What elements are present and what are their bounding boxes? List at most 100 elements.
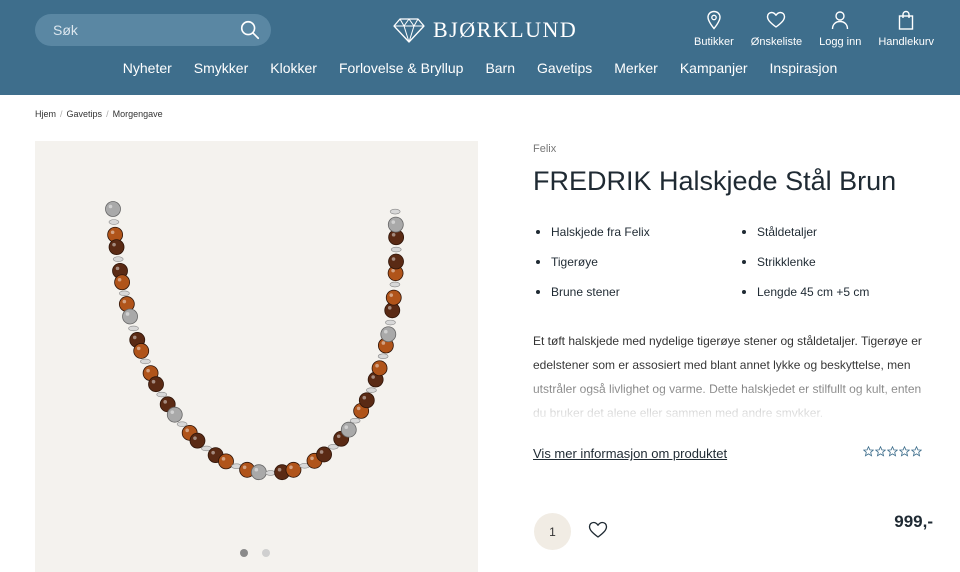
bead-highlight [391,232,396,237]
nav-item-smykker[interactable]: Smykker [194,60,248,76]
steel-bead [387,216,404,233]
nav-item-barn[interactable]: Barn [485,60,515,76]
star-outline-icon [887,446,898,457]
feature-item: Lengde 45 cm +5 cm [739,284,945,299]
breadcrumb-separator: / [60,109,63,119]
bead-highlight [254,467,259,472]
feature-text: Tigerøye [551,254,598,269]
steel-spacer-bead [389,281,401,288]
product-description: Et tøft halskjede med nydelige tigerøye … [533,334,922,417]
bullet [536,229,540,234]
feature-item: Tigerøye [533,254,739,269]
bead-highlight [362,395,367,400]
bead-highlight [391,268,395,273]
nav-item-kampanjer[interactable]: Kampanjer [680,60,748,76]
steel-bead [250,464,267,481]
bullet [742,229,746,234]
bead-highlight [146,368,150,373]
feature-text: Brune stener [551,284,620,299]
search-bar[interactable] [35,14,271,46]
product-image-necklace [105,201,405,481]
site-logo[interactable]: BJØRKLUND [393,15,577,45]
cart-button[interactable]: Handlekurv [878,10,934,48]
add-to-wishlist-heart-icon[interactable] [588,520,608,540]
steel-spacer-bead [140,358,151,365]
steel-spacer-bead [390,246,402,253]
feature-text: Ståldetaljer [757,224,818,239]
nav-item-inspirasjon[interactable]: Inspirasjon [770,60,838,76]
steel-spacer-bead [128,325,139,332]
feature-text: Strikklenke [757,254,816,269]
steel-spacer-bead [119,290,130,297]
more-info-link[interactable]: Vis mer informasjon om produktet [533,446,727,461]
breadcrumb: Hjem / Gavetips / Morgengave [35,109,163,119]
tigers-eye-bead [388,253,404,270]
star-outline-icon [911,446,922,457]
nav-item-merker[interactable]: Merker [614,60,658,76]
login-button[interactable]: Logg inn [819,10,861,48]
tigers-eye-bead [108,239,125,256]
bead-highlight [151,379,156,384]
star-outline-icon [863,446,874,457]
tigers-eye-bead [371,360,388,377]
bead-highlight [110,230,115,235]
bead-highlight [277,467,282,472]
bead-highlight [387,306,392,310]
logo-wordmark: BJØRKLUND [433,17,578,42]
steel-spacer-bead [349,418,361,424]
bead-highlight [193,436,197,440]
bead-highlight [319,450,324,454]
gallery-dot-2[interactable] [262,549,270,557]
wishlist-label: Ønskeliste [750,36,803,48]
search-icon[interactable] [239,19,261,41]
bead-highlight [211,450,215,455]
product-features: Halskjede fra Felix Ståldetaljer Tigerøy… [533,224,953,299]
steel-spacer-bead [112,256,124,262]
main-nav: Nyheter Smykker Klokker Forlovelse & Bry… [0,60,960,76]
nav-item-forlovelse[interactable]: Forlovelse & Bryllup [339,60,464,76]
bead-highlight [112,242,116,247]
gallery-pagination [240,549,284,557]
user-icon [832,11,849,30]
bead-highlight [310,456,314,461]
stores-label: Butikker [694,36,734,48]
bullet [742,259,746,264]
bead-highlight [383,329,388,334]
tigers-eye-bead [316,446,332,463]
tigers-eye-bead [285,461,302,478]
bead-highlight [242,465,247,470]
gallery-dot-1[interactable] [240,549,248,557]
breadcrumb-item-morgengave[interactable]: Morgengave [113,109,163,119]
steel-spacer-bead [385,319,396,326]
feature-item: Strikklenke [739,254,945,269]
tigers-eye-bead [189,432,206,449]
cart-label: Handlekurv [878,36,934,48]
breadcrumb-separator: / [106,109,109,119]
breadcrumb-item-home[interactable]: Hjem [35,109,56,119]
bead-highlight [389,293,394,297]
bead-highlight [371,375,375,379]
steel-spacer-bead [389,208,401,215]
nav-item-klokker[interactable]: Klokker [270,60,317,76]
steel-bead [340,421,357,438]
quantity-selector[interactable]: 1 [534,513,571,550]
bead-highlight [356,406,361,411]
nav-item-nyheter[interactable]: Nyheter [123,60,172,76]
header-actions: Butikker Ønskeliste Logg inn Handlekurv [677,10,934,48]
product-image-gallery[interactable] [35,141,478,572]
product-rating[interactable] [863,446,923,457]
search-input[interactable] [53,20,233,40]
steel-bead [105,201,121,217]
product-brand[interactable]: Felix [533,143,556,155]
bullet [742,289,746,294]
bead-highlight [375,363,379,368]
product-title: FREDRIK Halskjede Stål Brun [533,166,897,196]
nav-item-gavetips[interactable]: Gavetips [537,60,592,76]
bullet [536,289,540,294]
stores-button[interactable]: Butikker [694,10,734,48]
bead-highlight [122,299,127,304]
star-outline-icon [875,446,886,457]
breadcrumb-item-gavetips[interactable]: Gavetips [67,109,103,119]
site-header: BJØRKLUND Butikker Ønskeliste Logg inn [0,0,960,95]
wishlist-button[interactable]: Ønskeliste [751,10,802,48]
